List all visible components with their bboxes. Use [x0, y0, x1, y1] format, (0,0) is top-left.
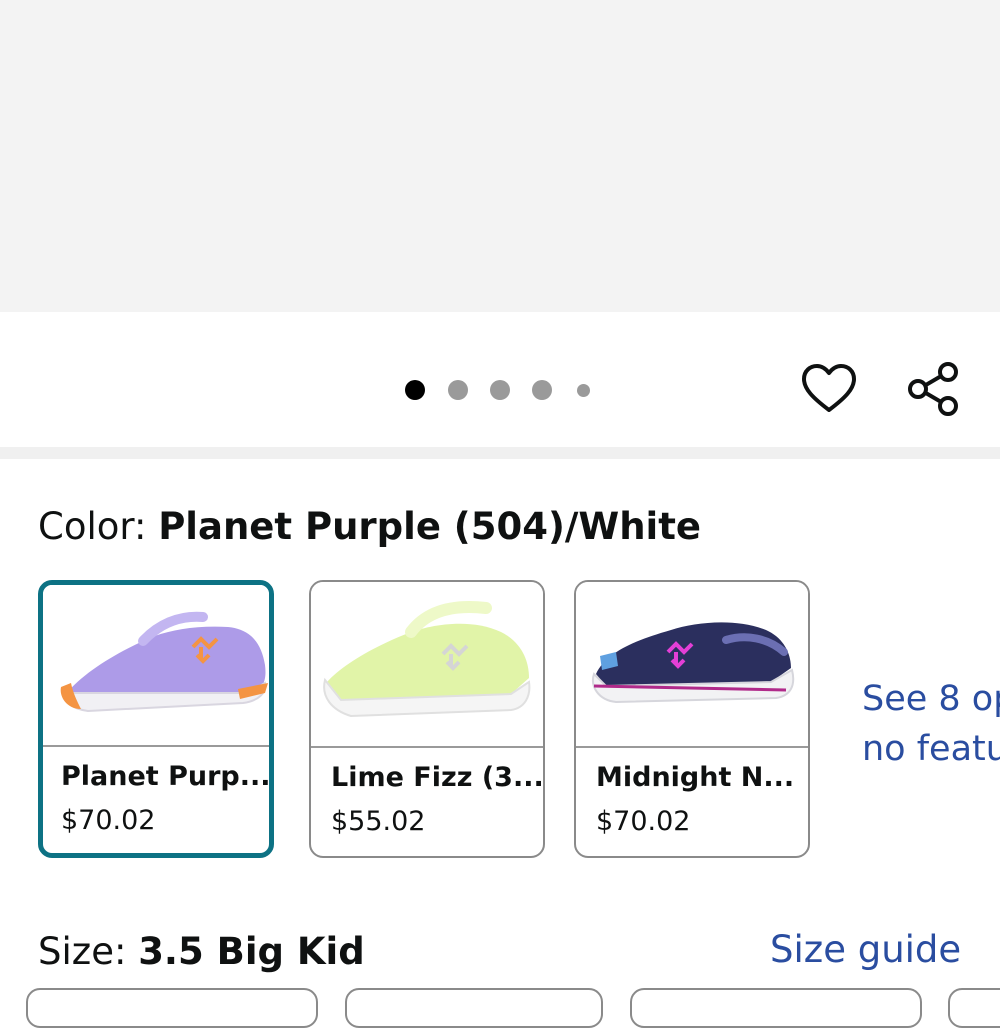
color-option-name: Midnight N... [596, 762, 795, 793]
carousel-dot-1[interactable] [405, 380, 425, 400]
size-option-chip[interactable] [345, 988, 603, 1028]
color-option-name: Lime Fizz (3... [331, 762, 544, 793]
carousel-dot-3[interactable] [490, 380, 510, 400]
color-label: Color: [38, 505, 159, 548]
navy-shoe-image [576, 582, 808, 748]
carousel-dot-2[interactable] [448, 380, 468, 400]
see-more-line-2: no featu [862, 729, 1000, 769]
color-option-lime-fizz[interactable]: Lime Fizz (3... $55.02 [309, 580, 545, 858]
see-more-colors-link[interactable]: See 8 op no featu [862, 674, 1000, 774]
size-guide-link[interactable]: Size guide [770, 928, 961, 971]
color-option-price: $55.02 [331, 806, 426, 837]
color-option-price: $70.02 [596, 806, 691, 837]
see-more-line-1: See 8 op [862, 679, 1000, 719]
share-icon [908, 362, 958, 416]
purple-shoe-image [43, 585, 269, 747]
size-label: Size: [38, 930, 139, 973]
heart-outline-icon [802, 364, 856, 412]
color-heading: Color: Planet Purple (504)/White [38, 505, 701, 548]
wishlist-button[interactable] [800, 360, 858, 418]
carousel-dot-5[interactable] [577, 384, 590, 397]
color-option-midnight-navy[interactable]: Midnight N... $70.02 [574, 580, 810, 858]
lime-shoe-image [311, 582, 543, 748]
size-option-chip[interactable] [26, 988, 318, 1028]
color-option-price: $70.02 [61, 805, 156, 836]
color-selected-value: Planet Purple (504)/White [158, 505, 701, 548]
section-divider [0, 447, 1000, 459]
color-option-planet-purple[interactable]: Planet Purp... $70.02 [38, 580, 274, 858]
size-option-chip[interactable] [630, 988, 922, 1028]
carousel-dot-4[interactable] [532, 380, 552, 400]
share-button[interactable] [904, 360, 962, 418]
size-selected-value: 3.5 Big Kid [138, 930, 365, 973]
color-option-name: Planet Purp... [61, 761, 271, 792]
product-image-carousel[interactable] [0, 0, 1000, 312]
size-option-chip[interactable] [948, 988, 1000, 1028]
size-heading: Size: 3.5 Big Kid [38, 930, 365, 973]
